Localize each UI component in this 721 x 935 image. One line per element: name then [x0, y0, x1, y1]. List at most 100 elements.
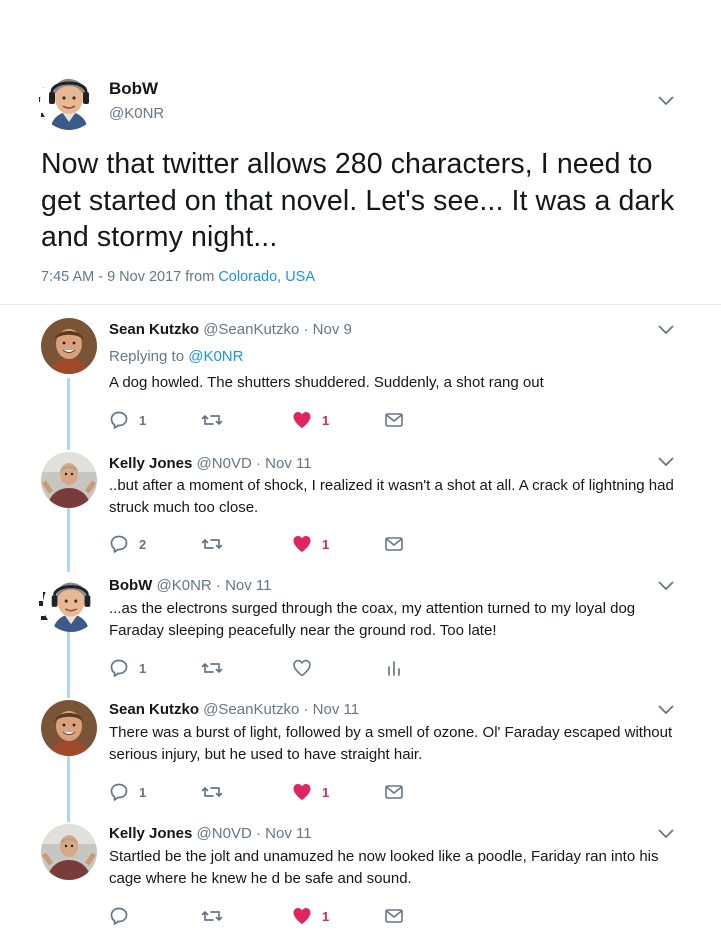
reply-button[interactable]: 1 — [109, 782, 146, 802]
action-bar: 1 1 — [109, 782, 409, 802]
retweet-button[interactable] — [201, 906, 223, 926]
reply-tweet: Sean Kutzko @SeanKutzko · Nov 9 Replying… — [0, 318, 721, 442]
tweet-meta: 7:45 AM - 9 Nov 2017 from Colorado, USA — [41, 269, 315, 285]
retweet-button[interactable] — [201, 410, 223, 430]
reply-date[interactable]: Nov 9 — [313, 321, 352, 338]
author-name[interactable]: Sean Kutzko — [109, 321, 199, 338]
main-tweet: BobW @K0NR Now that twitter allows 280 c… — [0, 0, 721, 306]
chevron-down-icon[interactable] — [658, 829, 674, 839]
reply-count: 2 — [139, 536, 147, 552]
reply-date[interactable]: Nov 11 — [225, 577, 271, 594]
retweet-button[interactable] — [201, 782, 223, 802]
direct-message-button[interactable] — [384, 534, 404, 554]
author-name[interactable]: Sean Kutzko — [109, 701, 199, 718]
reply-tweet: Kelly Jones @N0VD · Nov 11 Startled be t… — [0, 824, 721, 935]
avatar[interactable] — [41, 824, 97, 880]
reply-date[interactable]: Nov 11 — [265, 825, 311, 842]
reply-icon — [110, 783, 128, 801]
like-button[interactable]: 1 — [292, 782, 329, 802]
reply-header: Sean Kutzko @SeanKutzko · Nov 9 — [109, 321, 352, 338]
reply-header: Kelly Jones @N0VD · Nov 11 — [109, 825, 312, 842]
action-bar: 1 — [109, 658, 409, 678]
retweet-icon — [201, 539, 223, 549]
separator-dot: · — [303, 321, 309, 338]
reply-button[interactable]: 1 — [109, 410, 146, 430]
reply-text: Startled be the jolt and unamuzed he now… — [109, 848, 659, 887]
author-handle[interactable]: @SeanKutzko — [203, 321, 299, 338]
retweet-button[interactable] — [201, 534, 223, 554]
direct-message-button[interactable] — [384, 906, 404, 926]
retweet-icon — [201, 911, 223, 921]
retweet-icon — [201, 663, 223, 673]
reply-text: A dog howled. The shutters shuddered. Su… — [109, 374, 544, 391]
like-count: 1 — [322, 536, 330, 552]
heart-icon — [293, 908, 311, 924]
reply-tweet: Sean Kutzko @SeanKutzko · Nov 11 There w… — [0, 700, 721, 824]
reply-tweet: BobW @K0NR · Nov 11 ...as the electrons … — [0, 576, 721, 696]
reply-date[interactable]: Nov 11 — [265, 455, 311, 472]
avatar[interactable] — [41, 452, 97, 508]
reply-header: Kelly Jones @N0VD · Nov 11 — [109, 455, 312, 472]
author-name[interactable]: BobW — [109, 577, 152, 594]
author-name[interactable]: Kelly Jones — [109, 455, 192, 472]
envelope-icon — [385, 909, 403, 923]
like-button[interactable]: 1 — [292, 534, 329, 554]
reply-icon — [110, 907, 128, 925]
tweet-text: Now that twitter allows 280 characters, … — [41, 148, 675, 253]
heart-icon — [293, 536, 311, 552]
reply-button[interactable] — [109, 906, 139, 926]
reply-text: ...as the electrons surged through the c… — [109, 600, 636, 639]
action-bar: 2 1 — [109, 534, 409, 554]
action-bar: 1 — [109, 906, 409, 926]
author-handle[interactable]: @N0VD — [197, 455, 252, 472]
chevron-down-icon[interactable] — [658, 705, 674, 715]
avatar[interactable] — [41, 318, 97, 374]
retweet-button[interactable] — [201, 658, 223, 678]
reply-count: 1 — [139, 660, 147, 676]
reply-header: BobW @K0NR · Nov 11 — [109, 577, 272, 594]
replying-to-handle[interactable]: @K0NR — [188, 348, 243, 365]
tweet-location[interactable]: Colorado, USA — [218, 269, 315, 285]
author-name[interactable]: BobW — [109, 79, 158, 99]
reply-text: There was a burst of light, followed by … — [109, 724, 673, 763]
retweet-icon — [201, 415, 223, 425]
like-button[interactable]: 1 — [292, 906, 329, 926]
heart-icon — [293, 784, 311, 800]
author-handle[interactable]: @K0NR — [109, 105, 164, 122]
separator-dot: · — [215, 577, 221, 594]
avatar[interactable] — [41, 700, 97, 756]
reply-count: 1 — [139, 412, 147, 428]
reply-tweet: Kelly Jones @N0VD · Nov 11 ..but after a… — [0, 452, 721, 572]
avatar[interactable] — [43, 576, 99, 632]
direct-message-button[interactable] — [384, 782, 404, 802]
tweet-timestamp[interactable]: 7:45 AM - 9 Nov 2017 from — [41, 269, 218, 285]
chevron-down-icon[interactable] — [658, 325, 674, 335]
reply-button[interactable]: 2 — [109, 534, 146, 554]
direct-message-button[interactable] — [384, 410, 404, 430]
author-handle[interactable]: @SeanKutzko — [203, 701, 299, 718]
author-name[interactable]: Kelly Jones — [109, 825, 192, 842]
like-button[interactable]: 1 — [292, 410, 329, 430]
reply-icon — [110, 411, 128, 429]
author-handle[interactable]: @N0VD — [197, 825, 252, 842]
author-handle[interactable]: @K0NR — [157, 577, 212, 594]
chevron-down-icon[interactable] — [658, 581, 674, 591]
reply-icon — [110, 659, 128, 677]
divider — [0, 304, 721, 305]
reply-icon — [110, 535, 128, 553]
heart-icon — [293, 412, 311, 428]
separator-dot: · — [255, 825, 261, 842]
like-button[interactable] — [292, 658, 312, 678]
avatar[interactable] — [40, 72, 98, 130]
chevron-down-icon[interactable] — [658, 96, 674, 106]
analytics-icon — [388, 661, 400, 676]
reply-count: 1 — [139, 784, 147, 800]
reply-button[interactable]: 1 — [109, 658, 146, 678]
retweet-icon — [201, 787, 223, 797]
analytics-button[interactable] — [384, 658, 404, 678]
chevron-down-icon[interactable] — [658, 457, 674, 467]
separator-dot: · — [303, 701, 309, 718]
envelope-icon — [385, 785, 403, 799]
reply-date[interactable]: Nov 11 — [313, 701, 359, 718]
envelope-icon — [385, 537, 403, 551]
